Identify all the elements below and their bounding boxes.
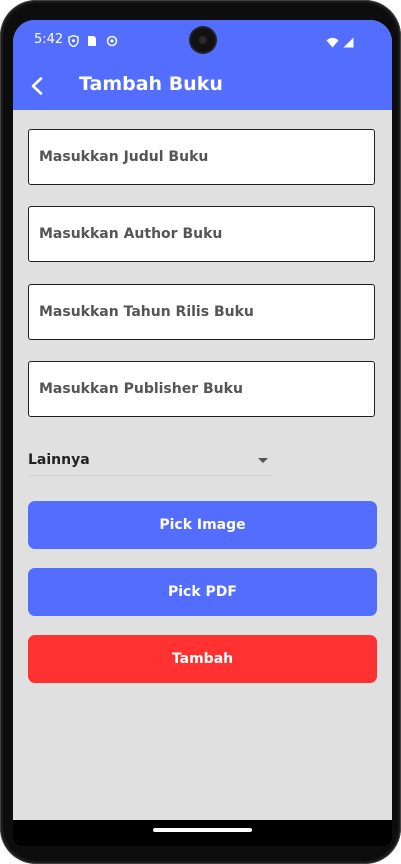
sim-card-icon <box>87 32 98 46</box>
publisher-input[interactable]: Masukkan Publisher Buku <box>28 361 375 417</box>
pick-image-button[interactable]: Pick Image <box>28 501 377 549</box>
phone-bezel: 5:42 Tambah Buku Masukkan Judul Buku Mas… <box>3 3 398 861</box>
front-camera <box>191 28 215 52</box>
category-dropdown[interactable]: Lainnya <box>28 445 274 476</box>
title-input[interactable]: Masukkan Judul Buku <box>28 129 375 185</box>
dropdown-arrow-icon <box>258 458 268 463</box>
add-book-button[interactable]: Tambah <box>28 635 377 683</box>
app-bar: Tambah Buku <box>13 62 392 110</box>
add-book-button-label: Tambah <box>171 651 234 667</box>
pick-image-button-label: Pick Image <box>159 517 246 533</box>
author-input-placeholder: Masukkan Author Buku <box>39 226 223 242</box>
sync-icon <box>106 32 118 47</box>
cellular-signal-icon <box>343 33 354 52</box>
pick-pdf-button-label: Pick PDF <box>168 584 237 600</box>
shield-icon <box>68 32 79 48</box>
home-gesture-handle[interactable] <box>153 828 252 832</box>
title-input-placeholder: Masukkan Judul Buku <box>39 149 209 165</box>
navigation-bar <box>13 820 392 846</box>
phone-frame: 5:42 Tambah Buku Masukkan Judul Buku Mas… <box>0 0 401 864</box>
publisher-input-placeholder: Masukkan Publisher Buku <box>39 381 243 397</box>
release-year-input-placeholder: Masukkan Tahun Rilis Buku <box>39 304 254 320</box>
author-input[interactable]: Masukkan Author Buku <box>28 206 375 262</box>
status-bar: 5:42 <box>13 20 392 62</box>
arrow-back-icon[interactable] <box>25 74 49 98</box>
wifi-icon <box>326 33 339 52</box>
status-time: 5:42 <box>34 32 64 47</box>
category-dropdown-value: Lainnya <box>28 452 90 468</box>
page-title: Tambah Buku <box>79 73 223 95</box>
pick-pdf-button[interactable]: Pick PDF <box>28 568 377 616</box>
release-year-input[interactable]: Masukkan Tahun Rilis Buku <box>28 284 375 340</box>
app-screen: 5:42 Tambah Buku Masukkan Judul Buku Mas… <box>13 20 392 846</box>
